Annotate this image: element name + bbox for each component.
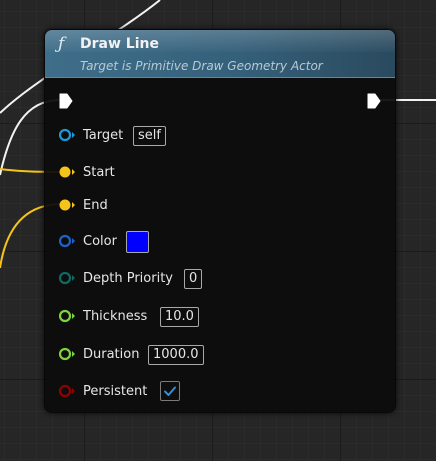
color-label: Color <box>83 234 117 249</box>
end-label: End <box>83 198 108 213</box>
pin-end[interactable]: End <box>59 196 359 216</box>
pin-start[interactable]: Start <box>59 163 359 183</box>
target-pin-icon[interactable] <box>59 128 77 142</box>
target-label: Target <box>83 128 124 143</box>
pin-thickness[interactable]: Thickness 10.0 <box>59 307 359 327</box>
node-header[interactable]: ƒ Draw Line Target is Primitive Draw Geo… <box>45 30 395 78</box>
checkmark-icon <box>164 386 176 396</box>
duration-value-field[interactable]: 1000.0 <box>148 345 204 365</box>
depth-priority-value-field[interactable]: 0 <box>184 269 203 289</box>
thickness-value-field[interactable]: 10.0 <box>160 307 199 327</box>
node-subtitle: Target is Primitive Draw Geometry Actor <box>80 59 323 73</box>
pin-target[interactable]: Target self <box>59 126 359 146</box>
thickness-pin-icon[interactable] <box>59 309 77 323</box>
duration-label: Duration <box>83 347 140 362</box>
depth-priority-pin-icon[interactable] <box>59 271 77 285</box>
target-value-field[interactable]: self <box>133 126 166 146</box>
pin-depth-priority[interactable]: Depth Priority 0 <box>59 269 359 289</box>
draw-line-node[interactable]: ƒ Draw Line Target is Primitive Draw Geo… <box>44 29 396 413</box>
persistent-label: Persistent <box>83 384 148 399</box>
start-label: Start <box>83 165 115 180</box>
pin-persistent[interactable]: Persistent <box>59 381 359 402</box>
persistent-checkbox[interactable] <box>160 381 180 401</box>
duration-pin-icon[interactable] <box>59 347 77 361</box>
color-swatch[interactable] <box>126 231 149 253</box>
pin-color[interactable]: Color <box>59 231 359 253</box>
function-icon: ƒ <box>58 34 65 54</box>
node-title: Draw Line <box>80 36 159 52</box>
exec-in-pin-icon[interactable] <box>59 93 73 109</box>
depth-priority-label: Depth Priority <box>83 271 173 286</box>
color-pin-icon[interactable] <box>59 234 77 248</box>
start-pin-icon[interactable] <box>59 165 77 179</box>
end-pin-icon[interactable] <box>59 198 77 212</box>
exec-out-pin-icon[interactable] <box>367 93 381 109</box>
thickness-label: Thickness <box>83 309 148 324</box>
pin-duration[interactable]: Duration 1000.0 <box>59 345 359 365</box>
persistent-pin-icon[interactable] <box>59 384 77 398</box>
